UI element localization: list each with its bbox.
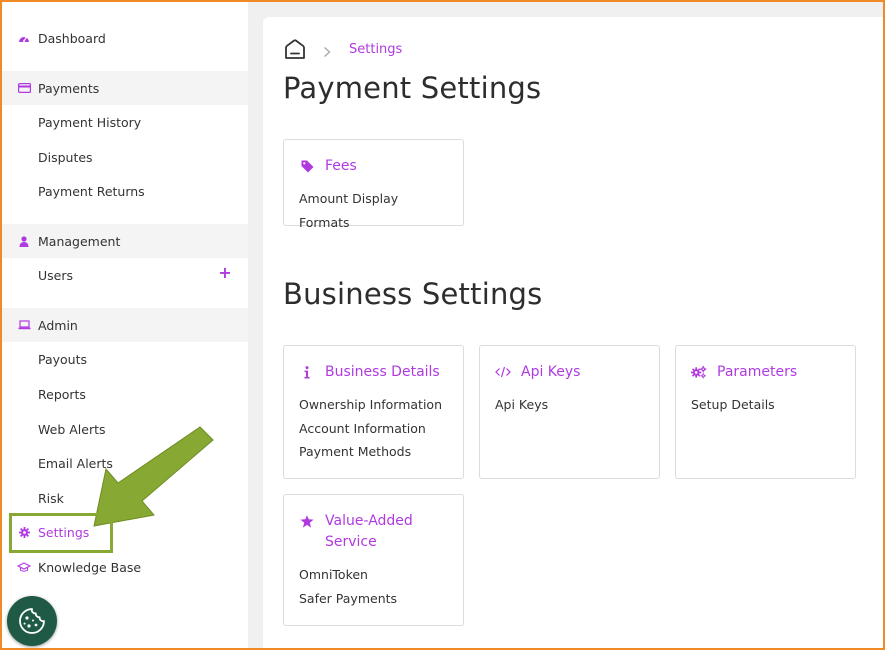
- card-title-text: Business Details: [325, 364, 440, 380]
- sidebar-item-label: Reports: [38, 386, 86, 402]
- code-icon: [495, 364, 511, 380]
- graduation-cap-icon: [16, 559, 32, 575]
- sidebar-item-knowledge-base[interactable]: Knowledge Base: [2, 550, 248, 584]
- sidebar-item-label: Knowledge Base: [38, 559, 142, 575]
- card-title[interactable]: Business Details: [299, 362, 448, 383]
- sidebar-item-admin[interactable]: Admin: [2, 308, 248, 342]
- card-title-text: Api Keys: [521, 364, 581, 380]
- section-title-business-settings: Business Settings: [283, 277, 543, 311]
- sidebar-item-label: Payment History: [38, 114, 142, 130]
- sidebar-item-label: Payments: [38, 80, 100, 96]
- card-links: Amount Display Formats: [299, 187, 448, 234]
- card-link[interactable]: Safer Payments: [299, 587, 448, 611]
- card-link[interactable]: Setup Details: [691, 393, 840, 417]
- highlight-box: [9, 513, 113, 553]
- chevron-right-icon: [321, 43, 333, 58]
- card-link[interactable]: Amount Display Formats: [299, 187, 448, 234]
- sidebar-item-payments[interactable]: Payments: [2, 71, 248, 105]
- laptop-icon: [16, 317, 32, 333]
- card-value-added-service: Value-Added Service OmniToken Safer Paym…: [283, 494, 464, 626]
- sidebar-item-label: Management: [38, 233, 121, 249]
- card-link[interactable]: Payment Methods: [299, 440, 448, 464]
- info-icon: [299, 364, 315, 380]
- card-title[interactable]: Fees: [299, 156, 448, 177]
- card-title[interactable]: Parameters: [691, 362, 840, 383]
- user-icon: [16, 233, 32, 249]
- card-title[interactable]: Value-Added Service: [299, 511, 448, 553]
- sidebar-item-management[interactable]: Management: [2, 224, 248, 258]
- star-icon: [299, 513, 315, 529]
- sidebar-item-payment-returns[interactable]: Payment Returns: [2, 174, 248, 208]
- card-title-text: Parameters: [717, 364, 798, 380]
- sidebar-item-users[interactable]: Users +: [2, 258, 248, 292]
- card-link[interactable]: Ownership Information: [299, 393, 448, 417]
- card-links: Api Keys: [495, 393, 644, 417]
- sidebar-item-label: Disputes: [38, 149, 93, 165]
- card-link[interactable]: OmniToken: [299, 563, 448, 587]
- card-business-details: Business Details Ownership Information A…: [283, 345, 464, 479]
- dashboard-icon: [16, 30, 32, 46]
- sidebar-item-dashboard[interactable]: Dashboard: [2, 21, 248, 55]
- sidebar-item-payouts[interactable]: Payouts: [2, 342, 248, 376]
- card-title-text: Fees: [325, 158, 357, 174]
- sidebar-item-label: Payouts: [38, 351, 88, 367]
- sidebar-item-label: Dashboard: [38, 30, 106, 46]
- card-parameters: Parameters Setup Details: [675, 345, 856, 479]
- home-icon[interactable]: [283, 37, 307, 61]
- card-fees: Fees Amount Display Formats: [283, 139, 464, 230]
- tag-icon: [299, 158, 315, 174]
- sidebar-item-label: Users: [38, 267, 74, 283]
- card-title-text: Value-Added Service: [325, 513, 413, 550]
- credit-card-icon: [16, 80, 32, 96]
- add-user-button[interactable]: +: [218, 265, 232, 281]
- breadcrumb-current[interactable]: Settings: [349, 42, 402, 57]
- sidebar-item-label: Risk: [38, 490, 64, 506]
- sidebar-item-label: Admin: [38, 317, 78, 333]
- cookie-settings-button[interactable]: [7, 596, 57, 646]
- sidebar-item-label: Payment Returns: [38, 183, 145, 199]
- card-links: Setup Details: [691, 393, 840, 417]
- card-link[interactable]: Api Keys: [495, 393, 644, 417]
- card-link[interactable]: Account Information: [299, 417, 448, 441]
- breadcrumb: Settings: [283, 37, 402, 61]
- sidebar-item-disputes[interactable]: Disputes: [2, 140, 248, 174]
- gears-icon: [691, 364, 707, 380]
- card-title[interactable]: Api Keys: [495, 362, 644, 383]
- sidebar-item-payment-history[interactable]: Payment History: [2, 105, 248, 139]
- section-title-payment-settings: Payment Settings: [283, 71, 542, 105]
- sidebar-item-reports[interactable]: Reports: [2, 377, 248, 411]
- cookie-icon: [19, 608, 45, 634]
- main-panel: Settings Payment Settings Fees Amount Di…: [263, 17, 883, 648]
- card-links: OmniToken Safer Payments: [299, 563, 448, 610]
- card-links: Ownership Information Account Informatio…: [299, 393, 448, 464]
- card-api-keys: Api Keys Api Keys: [479, 345, 660, 479]
